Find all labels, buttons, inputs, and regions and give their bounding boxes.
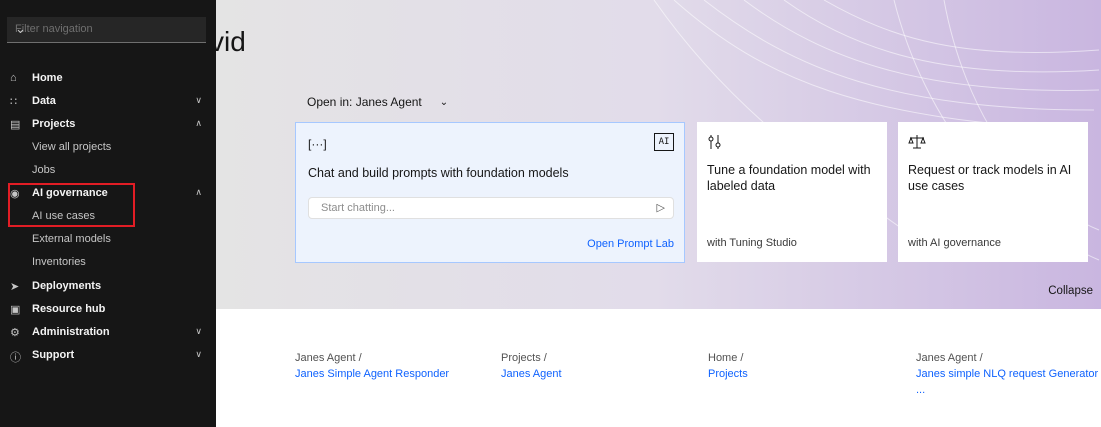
- sidebar-item-support[interactable]: ⓘ Support ∨: [0, 345, 216, 367]
- projects-icon: ▤: [10, 119, 21, 131]
- home-icon: ⌂: [10, 72, 17, 84]
- highlight-box: [8, 183, 135, 227]
- card-footer: with AI governance: [908, 237, 1001, 249]
- data-icon: ∷: [10, 96, 17, 108]
- brackets-icon: [···]: [308, 137, 327, 151]
- collapse-button[interactable]: Collapse: [1048, 285, 1093, 297]
- chat-placeholder: Start chatting...: [321, 202, 395, 214]
- card-title: Chat and build prompts with foundation m…: [308, 166, 569, 180]
- recent-path: Janes Agent /: [916, 352, 983, 364]
- balance-icon: [908, 135, 926, 149]
- chevron-up-icon: ∧: [195, 187, 202, 197]
- recent-path: Janes Agent /: [295, 352, 362, 364]
- card-footer: with Tuning Studio: [707, 237, 797, 249]
- sidebar-item-label: Resource hub: [32, 303, 106, 315]
- sidebar-item-label: Data: [32, 95, 56, 107]
- side-navigation: Filter navigation ⌄ ⌂ Home ∷ Data ∨ ▤ Pr…: [0, 0, 216, 427]
- open-in-label: Open in: Janes Agent: [307, 95, 422, 109]
- sidebar-item-administration[interactable]: ⚙ Administration ∨: [0, 322, 216, 344]
- app-window: vid Open in: Janes Agent ⌄ [···] AI Chat…: [0, 0, 1101, 427]
- sidebar-item-label: Deployments: [32, 280, 102, 292]
- recent-item[interactable]: Janes Agent / Janes Simple Agent Respond…: [295, 350, 449, 382]
- recent-path: Home /: [708, 352, 744, 364]
- card-title: Tune a foundation model with labeled dat…: [707, 163, 871, 193]
- sidebar-item-data[interactable]: ∷ Data ∨: [0, 91, 216, 113]
- admin-icon: ⚙: [10, 327, 20, 339]
- tune-icon: [708, 135, 721, 149]
- sidebar-item-deployments[interactable]: ➤ Deployments: [0, 276, 216, 298]
- sidebar-item-label: View all projects: [32, 141, 112, 153]
- sidebar-item-view-all-projects[interactable]: View all projects: [0, 137, 216, 159]
- prompt-lab-card[interactable]: [···] AI Chat and build prompts with fou…: [295, 122, 685, 263]
- chevron-down-icon: ∨: [195, 326, 202, 336]
- sidebar-item-label: Jobs: [32, 164, 56, 176]
- rocket-icon: ➤: [10, 281, 20, 293]
- chevron-down-icon: ⌄: [439, 96, 449, 108]
- recent-path: Projects /: [501, 352, 547, 364]
- card-title: Request or track models in AI use cases: [908, 163, 1072, 193]
- chevron-down-icon: ∨: [195, 95, 202, 105]
- sidebar-item-label: Home: [32, 72, 63, 84]
- recent-link[interactable]: Janes Simple Agent Responder: [295, 366, 449, 382]
- chevron-down-icon: ∨: [195, 349, 202, 359]
- sidebar-item-home[interactable]: ⌂ Home: [0, 68, 216, 90]
- recent-link[interactable]: Projects: [708, 366, 748, 382]
- recent-link[interactable]: Janes Agent: [501, 366, 562, 382]
- support-icon: ⓘ: [10, 352, 21, 364]
- sidebar-item-jobs[interactable]: Jobs: [0, 160, 216, 182]
- sidebar-item-external-models[interactable]: External models: [0, 229, 216, 251]
- recent-item[interactable]: Home / Projects: [708, 350, 748, 382]
- ai-badge: AI: [654, 133, 674, 151]
- sidebar-item-projects[interactable]: ▤ Projects ∧: [0, 114, 216, 136]
- resource-icon: ▣: [10, 304, 21, 316]
- recent-link[interactable]: Janes simple NLQ request Generator ...: [916, 366, 1101, 398]
- recent-item[interactable]: Janes Agent / Janes simple NLQ request G…: [916, 350, 1101, 398]
- sidebar-item-label: Support: [32, 349, 75, 361]
- send-icon[interactable]: ▷: [657, 201, 665, 214]
- sidebar-item-label: Inventories: [32, 256, 86, 268]
- tuning-card[interactable]: Tune a foundation model with labeled dat…: [697, 122, 887, 262]
- chat-input[interactable]: Start chatting... ▷: [308, 197, 674, 219]
- chevron-up-icon: ∧: [195, 118, 202, 128]
- filter-navigation-input[interactable]: Filter navigation ⌄: [7, 17, 206, 43]
- sidebar-item-inventories[interactable]: Inventories: [0, 252, 216, 274]
- sidebar-item-resource-hub[interactable]: ▣ Resource hub: [0, 299, 216, 321]
- recent-item[interactable]: Projects / Janes Agent: [501, 350, 562, 382]
- open-in-dropdown[interactable]: Open in: Janes Agent ⌄: [307, 95, 448, 109]
- sidebar-item-label: External models: [32, 233, 111, 245]
- sidebar-item-label: Administration: [32, 326, 110, 338]
- ai-governance-card[interactable]: Request or track models in AI use cases …: [898, 122, 1088, 262]
- expand-all-icon[interactable]: ⌄: [15, 21, 200, 37]
- sidebar-item-label: Projects: [32, 118, 76, 130]
- open-prompt-lab-link[interactable]: Open Prompt Lab: [587, 238, 674, 250]
